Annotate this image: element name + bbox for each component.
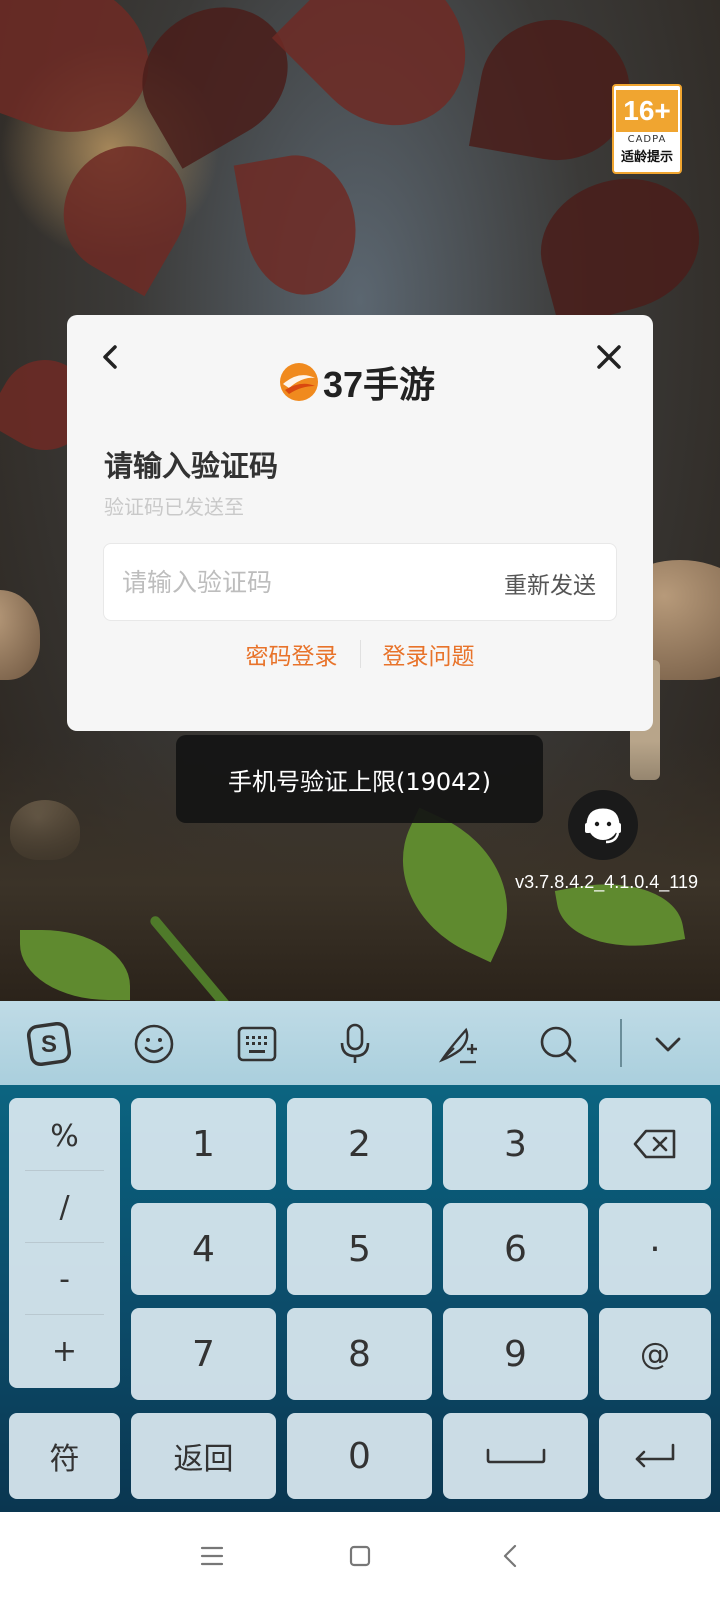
close-icon[interactable]	[589, 337, 629, 377]
toast-message: 手机号验证上限(19042)	[176, 735, 543, 823]
toolbar-divider	[620, 1019, 622, 1067]
brand-logo: 37手游	[277, 357, 435, 407]
symbol-column: % / - +	[9, 1098, 120, 1388]
home-icon[interactable]	[340, 1536, 380, 1576]
key-plus[interactable]: +	[9, 1315, 120, 1387]
dialog-title: 请输入验证码	[104, 449, 279, 483]
search-icon[interactable]	[535, 1021, 581, 1067]
symbols-key[interactable]: 符	[9, 1413, 120, 1499]
key-dot[interactable]: ·	[599, 1203, 711, 1295]
key-5[interactable]: 5	[287, 1203, 432, 1295]
37-logo-icon	[280, 363, 318, 401]
key-9[interactable]: 9	[443, 1308, 588, 1400]
menu-icon[interactable]	[192, 1536, 232, 1576]
key-1[interactable]: 1	[131, 1098, 276, 1190]
key-3[interactable]: 3	[443, 1098, 588, 1190]
dialog-subtitle: 验证码已发送至	[104, 495, 244, 519]
handwriting-icon[interactable]	[435, 1021, 481, 1067]
key-8[interactable]: 8	[287, 1308, 432, 1400]
key-6[interactable]: 6	[443, 1203, 588, 1295]
version-label: v3.7.8.4.2_4.1.0.4_119	[515, 872, 698, 892]
password-login-link[interactable]: 密码登录	[224, 637, 360, 671]
key-7[interactable]: 7	[131, 1308, 276, 1400]
verification-dialog: 37手游 请输入验证码 验证码已发送至 重新发送 密码登录 登录问题	[67, 315, 653, 731]
code-field: 重新发送	[103, 543, 617, 621]
sogou-logo-icon[interactable]: S	[26, 1021, 72, 1067]
redaction-blur	[283, 447, 373, 477]
brand-name: 37手游	[323, 364, 436, 405]
enter-icon	[635, 1443, 675, 1468]
key-minus[interactable]: -	[9, 1243, 120, 1315]
leaf	[271, 0, 499, 159]
back-key[interactable]: 返回	[131, 1413, 276, 1499]
microphone-icon[interactable]	[332, 1021, 378, 1067]
back-arrow-icon[interactable]	[91, 337, 131, 377]
leaf	[525, 161, 715, 329]
customer-service-button[interactable]	[568, 790, 638, 860]
headset-icon	[585, 808, 621, 844]
backspace-key[interactable]	[599, 1098, 711, 1190]
svg-text:S: S	[41, 1031, 57, 1058]
leaf	[233, 146, 367, 304]
mushroom	[0, 590, 40, 680]
space-icon	[486, 1448, 545, 1464]
back-nav-icon[interactable]	[491, 1536, 531, 1576]
emoji-icon[interactable]	[131, 1021, 177, 1067]
numeric-keyboard: S % / - + 1 2 3 4 5 6 · 7 8 9 @ 符 返回 0	[0, 1001, 720, 1512]
age-rating-org: CADPA	[627, 134, 667, 145]
dialog-links: 密码登录 登录问题	[67, 637, 653, 671]
key-4[interactable]: 4	[131, 1203, 276, 1295]
keyboard-toolbar: S	[0, 1001, 720, 1085]
verification-code-input[interactable]	[122, 544, 452, 620]
redaction-blur	[267, 490, 627, 546]
key-percent[interactable]: %	[9, 1100, 120, 1172]
keyboard-icon[interactable]	[234, 1021, 280, 1067]
key-at[interactable]: @	[599, 1308, 711, 1400]
login-help-link[interactable]: 登录问题	[361, 637, 497, 671]
key-2[interactable]: 2	[287, 1098, 432, 1190]
age-rating: 16+	[616, 90, 678, 132]
space-key[interactable]	[443, 1413, 588, 1499]
system-nav-bar	[0, 1512, 720, 1600]
key-0[interactable]: 0	[287, 1413, 432, 1499]
age-rating-tip: 适龄提示	[620, 150, 673, 165]
key-slash[interactable]: /	[9, 1171, 120, 1243]
collapse-icon[interactable]	[645, 1021, 691, 1067]
age-rating-badge: 16+ CADPA 适龄提示	[612, 84, 682, 174]
resend-button[interactable]: 重新发送	[504, 566, 596, 600]
backspace-icon	[633, 1129, 676, 1159]
enter-key[interactable]	[599, 1413, 711, 1499]
